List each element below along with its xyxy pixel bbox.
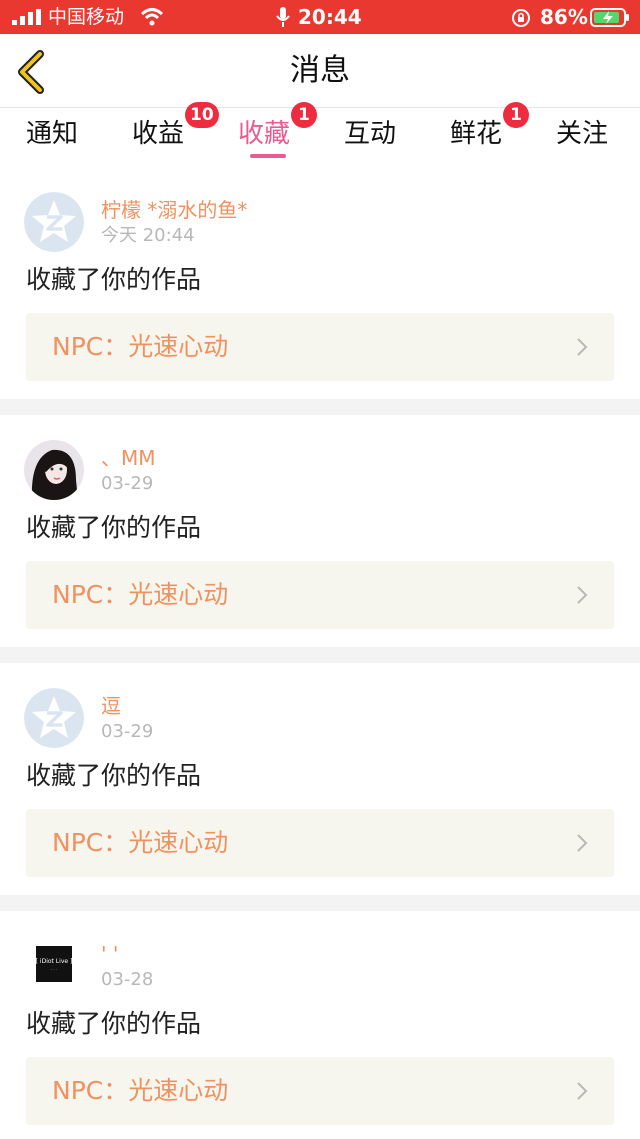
tab-notifications[interactable]: 通知 xyxy=(26,116,78,152)
timestamp: 今天 20:44 xyxy=(101,225,195,246)
username[interactable]: 逗 xyxy=(101,693,121,719)
divider xyxy=(0,895,640,911)
user-avatar[interactable] xyxy=(24,440,84,500)
chevron-right-icon xyxy=(577,338,588,356)
work-title: NPC：光速心动 xyxy=(52,332,229,361)
work-link[interactable]: NPC：光速心动 xyxy=(26,313,614,381)
tab-interactions[interactable]: 互动 xyxy=(344,116,396,152)
work-title: NPC：光速心动 xyxy=(52,828,229,857)
message-card: [ iDiot Live ] · · · ' ' 03-28 收藏了你的作品 N… xyxy=(0,911,640,1139)
work-title: NPC：光速心动 xyxy=(52,1076,229,1105)
chevron-right-icon xyxy=(577,586,588,604)
active-tab-indicator xyxy=(250,154,286,158)
battery-percent: 86% xyxy=(540,5,588,29)
signal-icon xyxy=(12,9,41,25)
default-avatar-icon[interactable] xyxy=(24,192,84,252)
timestamp: 03-29 xyxy=(101,473,154,494)
tab-flowers[interactable]: 鲜花 xyxy=(450,116,502,152)
svg-text:· · ·: · · · xyxy=(51,967,57,972)
tab-following[interactable]: 关注 xyxy=(556,116,608,152)
carrier-label: 中国移动 xyxy=(48,6,125,28)
action-text: 收藏了你的作品 xyxy=(26,265,202,294)
tab-bar: 通知 收益 10 收藏 1 互动 鲜花 1 关注 xyxy=(0,102,640,166)
username[interactable]: ' ' xyxy=(101,941,118,967)
battery-charging-icon xyxy=(590,8,629,27)
nav-bar: 消息 xyxy=(0,34,640,108)
tab-earnings-badge: 10 xyxy=(185,102,219,128)
timestamp: 03-29 xyxy=(101,721,154,742)
rotation-lock-icon xyxy=(512,9,530,27)
action-text: 收藏了你的作品 xyxy=(26,761,202,790)
message-card: 逗 03-29 收藏了你的作品 NPC：光速心动 xyxy=(0,663,640,895)
message-card: 柠檬 *溺水的鱼* 今天 20:44 收藏了你的作品 NPC：光速心动 xyxy=(0,167,640,399)
username[interactable]: 柠檬 *溺水的鱼* xyxy=(101,197,247,223)
wifi-icon xyxy=(140,8,164,26)
action-text: 收藏了你的作品 xyxy=(26,1009,202,1038)
tab-favorites-badge: 1 xyxy=(291,102,317,128)
page-title: 消息 xyxy=(290,53,350,88)
divider xyxy=(0,399,640,415)
divider xyxy=(0,647,640,663)
work-link[interactable]: NPC：光速心动 xyxy=(26,809,614,877)
tab-earnings[interactable]: 收益 xyxy=(132,116,184,152)
user-logo-avatar[interactable]: [ iDiot Live ] · · · xyxy=(24,936,84,996)
svg-text:[ iDiot Live ]: [ iDiot Live ] xyxy=(36,958,73,965)
tab-flowers-badge: 1 xyxy=(503,102,529,128)
timestamp: 03-28 xyxy=(101,969,154,990)
tab-favorites[interactable]: 收藏 xyxy=(238,116,290,152)
microphone-icon xyxy=(276,7,290,27)
clock-time: 20:44 xyxy=(298,5,362,29)
chevron-right-icon xyxy=(577,834,588,852)
work-link[interactable]: NPC：光速心动 xyxy=(26,561,614,629)
default-avatar-icon[interactable] xyxy=(24,688,84,748)
username[interactable]: 、MM xyxy=(101,445,156,471)
status-bar: 中国移动 20:44 86% xyxy=(0,0,640,34)
work-link[interactable]: NPC：光速心动 xyxy=(26,1057,614,1125)
message-card: 、MM 03-29 收藏了你的作品 NPC：光速心动 xyxy=(0,415,640,647)
action-text: 收藏了你的作品 xyxy=(26,513,202,542)
work-title: NPC：光速心动 xyxy=(52,580,229,609)
chevron-right-icon xyxy=(577,1082,588,1100)
